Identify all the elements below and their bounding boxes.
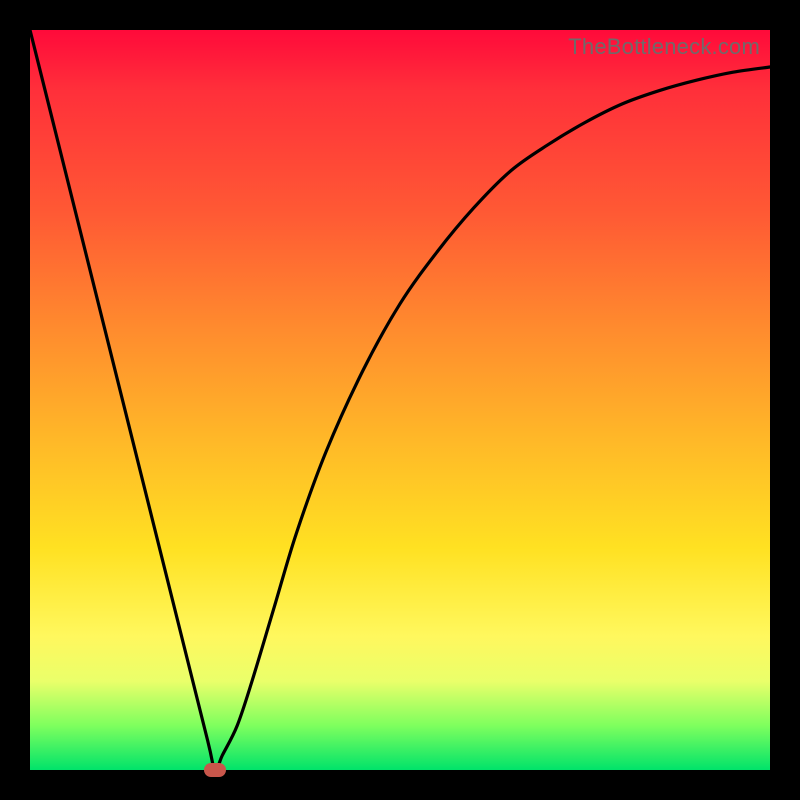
chart-frame: TheBottleneck.com	[0, 0, 800, 800]
chart-curve	[30, 30, 770, 770]
plot-area: TheBottleneck.com	[30, 30, 770, 770]
curve-path	[30, 30, 770, 770]
attribution-text: TheBottleneck.com	[568, 34, 760, 60]
min-marker	[204, 763, 226, 777]
